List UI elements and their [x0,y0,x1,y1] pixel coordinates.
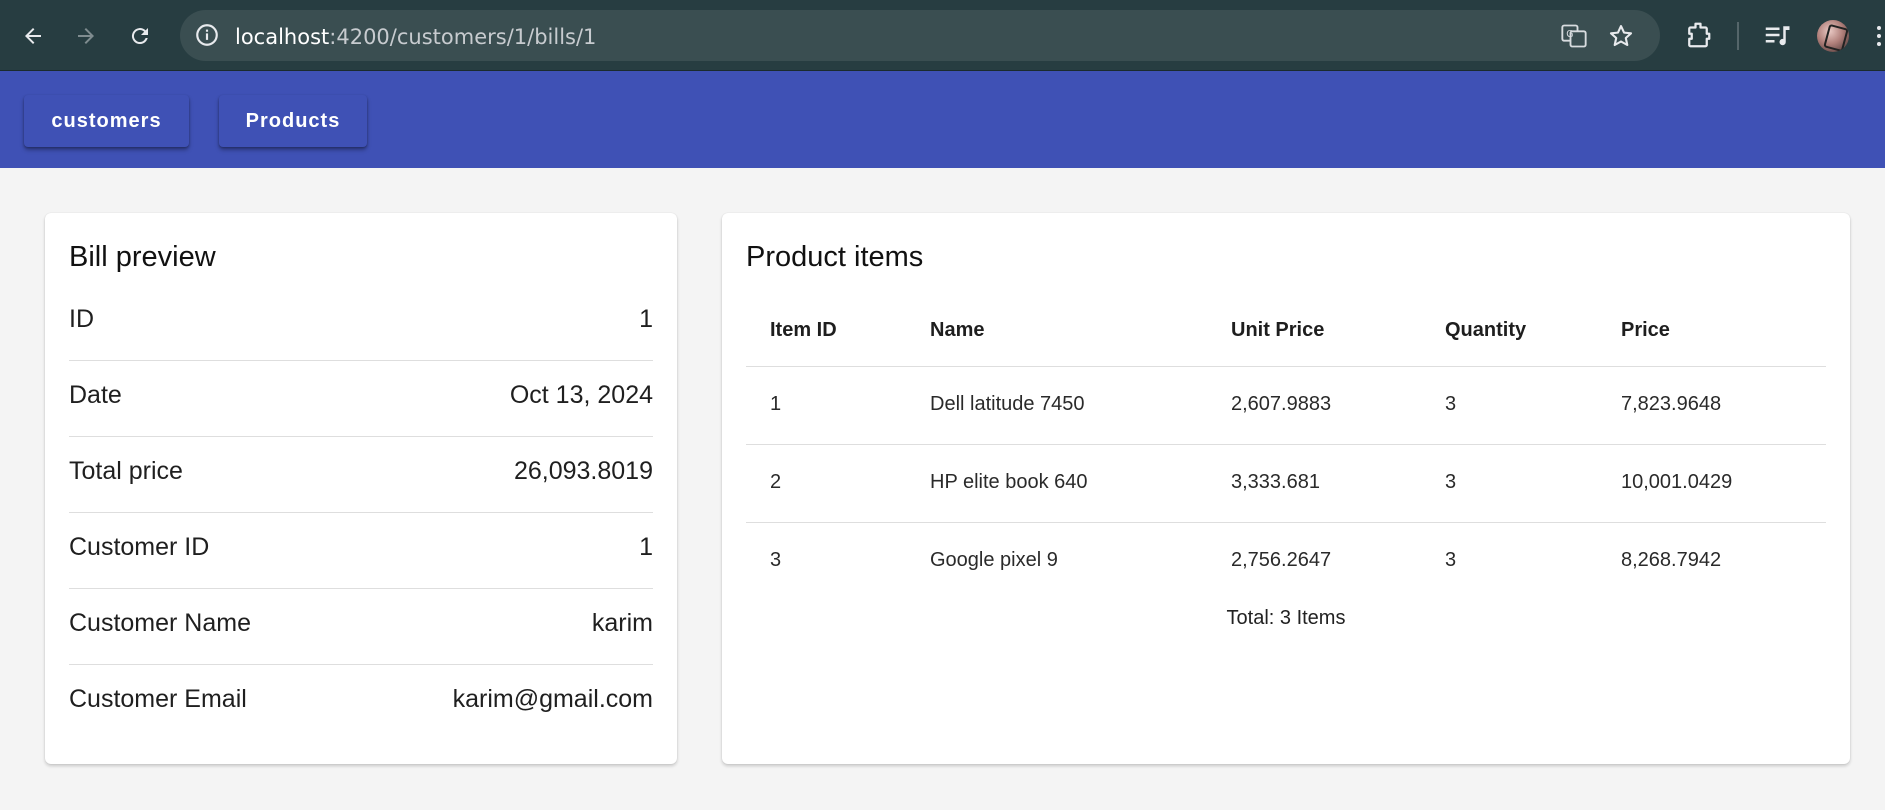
bookmark-star-icon[interactable] [1607,22,1635,50]
cell-unit-price: 3,333.681 [1231,471,1320,493]
bill-customer-id-value: 1 [639,533,653,561]
product-items-title: Product items [746,241,924,273]
bill-preview-title: Bill preview [69,241,216,273]
site-info-icon[interactable] [194,22,220,48]
cell-name: Google pixel 9 [930,549,1058,571]
table-row: 2 HP elite book 640 3,333.681 3 10,001.0… [746,445,1826,523]
bill-preview-card: Bill preview ID 1 Date Oct 13, 2024 Tota… [45,213,677,764]
cell-price: 7,823.9648 [1621,393,1722,415]
bill-customer-name-label: Customer Name [69,609,251,637]
bill-row-customer-id: Customer ID 1 [69,513,653,589]
reload-icon [131,28,148,45]
header-quantity[interactable]: Quantity [1445,319,1526,342]
translate-icon[interactable]: G [1560,22,1588,50]
bill-date-value: Oct 13, 2024 [509,381,653,409]
table-row: 3 Google pixel 9 2,756.2647 3 8,268.7942 [746,523,1826,601]
cell-item-id: 1 [770,393,782,415]
cell-name: HP elite book 640 [930,471,1088,493]
url-text[interactable]: localhost:4200/customers/1/bills/1 [235,25,596,49]
profile-avatar[interactable] [1817,20,1849,52]
forward-button[interactable] [68,18,104,54]
cell-item-id: 3 [770,549,782,571]
cell-quantity: 3 [1445,549,1457,571]
header-item-id[interactable]: Item ID [770,319,837,342]
forward-icon [78,28,94,44]
app-toolbar: customers Products [0,71,1885,168]
bill-customer-email-value: karim@gmail.com [452,685,653,713]
customers-button[interactable]: customers [24,95,189,147]
bill-customer-email-label: Customer Email [69,685,247,713]
url-path: :4200/customers/1/bills/1 [329,25,597,49]
product-items-card: Product items Item ID Name Unit Price Qu… [722,213,1850,764]
header-price[interactable]: Price [1621,319,1670,342]
table-header-row: Item ID Name Unit Price Quantity Price [746,293,1826,367]
bill-row-total-price: Total price 26,093.8019 [69,437,653,513]
extensions-icon[interactable] [1683,20,1713,50]
table-row: 1 Dell latitude 7450 2,607.9883 3 7,823.… [746,367,1826,445]
bill-row-customer-email: Customer Email karim@gmail.com [69,665,653,741]
items-total-label: Total: 3 Items [1226,607,1346,629]
reload-button[interactable] [122,18,158,54]
cell-quantity: 3 [1445,393,1457,415]
back-button[interactable] [15,18,51,54]
bill-total-price-value: 26,093.8019 [513,457,653,485]
bill-customer-name-value: karim [591,609,653,637]
bill-row-id: ID 1 [69,285,653,361]
svg-text:G: G [1566,29,1573,40]
cell-unit-price: 2,607.9883 [1231,393,1332,415]
cell-item-id: 2 [770,471,782,493]
browser-chrome: localhost:4200/customers/1/bills/1 G [0,0,1885,71]
address-bar[interactable]: localhost:4200/customers/1/bills/1 G [180,10,1660,61]
cell-quantity: 3 [1445,471,1457,493]
cell-name: Dell latitude 7450 [930,393,1085,415]
cell-unit-price: 2,756.2647 [1231,549,1332,571]
bill-total-price-label: Total price [69,457,183,485]
bill-row-date: Date Oct 13, 2024 [69,361,653,437]
media-control-icon[interactable] [1762,20,1792,50]
header-unit-price[interactable]: Unit Price [1231,319,1324,342]
back-icon [25,28,41,44]
more-menu-icon[interactable] [1876,24,1882,48]
url-host: localhost [235,25,330,49]
bill-row-customer-name: Customer Name karim [69,589,653,665]
bill-date-label: Date [69,381,122,409]
products-button[interactable]: Products [219,95,367,147]
cell-price: 10,001.0429 [1621,471,1733,493]
bill-customer-id-label: Customer ID [69,533,210,561]
header-name[interactable]: Name [930,319,984,342]
toolbar-separator [1737,22,1739,50]
bill-id-label: ID [69,305,94,333]
cell-price: 8,268.7942 [1621,549,1722,571]
bill-id-value: 1 [639,305,653,333]
